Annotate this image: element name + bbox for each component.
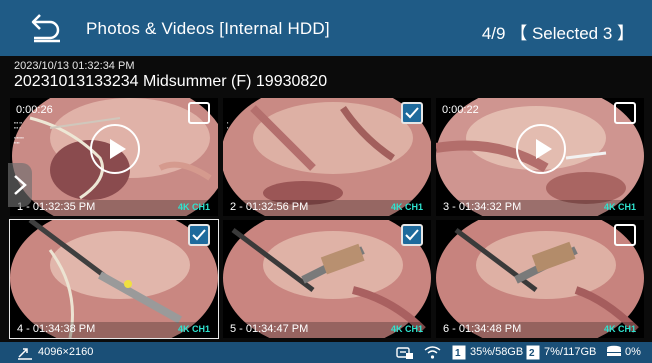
tile-label: 6 - 01:34:48 PM xyxy=(443,323,522,335)
storage-2-usage: 7%/117GB xyxy=(544,346,597,358)
current-resolution: 4096×2160 xyxy=(38,346,94,358)
folder-info: 2023/10/13 01:32:34 PM 20231013133234 Mi… xyxy=(14,60,327,91)
video-duration: 0:00:26 xyxy=(16,104,53,116)
storage-1-usage: 35%/58GB xyxy=(470,346,524,358)
tile-caption: 2 - 01:32:56 PM 4K CH1 xyxy=(223,200,431,216)
folder-datetime: 2023/10/13 01:32:34 PM xyxy=(14,60,135,72)
page-indicator: 4/9 【 Selected 3 】 xyxy=(482,19,634,44)
page-title: Photos & Videos [Internal HDD] xyxy=(86,19,330,38)
select-checkbox[interactable] xyxy=(614,224,636,246)
tile-label: 2 - 01:32:56 PM xyxy=(230,201,309,213)
wifi-icon xyxy=(424,346,441,359)
back-arrow-icon[interactable] xyxy=(28,12,64,44)
resolution-badge: 4K CH1 xyxy=(603,324,636,334)
thumbnail-tile-3[interactable]: 0:00:22 3 - 01:34:32 PM 4K CH1 xyxy=(436,98,644,216)
resolution-badge: 4K CH1 xyxy=(390,324,423,334)
title-bar: Photos & Videos [Internal HDD] 4/9 【 Sel… xyxy=(0,0,652,56)
osd-overlay: ▪▪▪ ▪▪ ▪▪▪ ▪ ▪▪▪▪▪▪▪ ▪▪▪▪ xyxy=(14,120,24,145)
thumbnail-image xyxy=(223,220,431,338)
select-checkbox[interactable] xyxy=(401,102,423,124)
tile-label: 5 - 01:34:47 PM xyxy=(230,323,309,335)
tile-caption: 1 - 01:32:35 PM 4K CH1 xyxy=(10,200,218,216)
storage-2-icon: 2 xyxy=(526,345,540,360)
thumbnail-tile-1[interactable]: ▪▪▪ ▪▪ ▪▪▪ ▪ ▪▪▪▪▪▪▪ ▪▪▪▪ 0:00:26 1 - 01:32… xyxy=(10,98,218,216)
select-checkbox[interactable] xyxy=(401,224,423,246)
capture-icon xyxy=(18,348,32,360)
storage-1-icon: 1 xyxy=(452,345,466,360)
thumbnail-grid: ▪▪▪ ▪▪ ▪▪▪ ▪ ▪▪▪▪▪▪▪ ▪▪▪▪ 0:00:26 1 - 01:32… xyxy=(9,98,644,340)
thumbnail-tile-2[interactable]: ▪ ▪ 2 - 01:32:56 PM 4K CH1 xyxy=(223,98,431,216)
folder-name: 20231013133234 Midsummer (F) 19930820 xyxy=(14,73,328,90)
thumbnail-image xyxy=(436,220,644,338)
checkmark-icon xyxy=(405,229,419,241)
selected-count: 【 Selected 3 】 xyxy=(510,24,634,43)
play-icon[interactable] xyxy=(516,124,566,174)
tile-label: 4 - 01:34:38 PM xyxy=(17,323,96,335)
page-number: 4/9 xyxy=(481,24,506,43)
network-storage-usage: 0% xyxy=(625,346,641,358)
resolution-badge: 4K CH1 xyxy=(603,202,636,212)
tile-caption: 4 - 01:34:38 PM 4K CH1 xyxy=(10,322,218,338)
tile-caption: 3 - 01:34:32 PM 4K CH1 xyxy=(436,200,644,216)
thumbnail-tile-5[interactable]: 5 - 01:34:47 PM 4K CH1 xyxy=(223,220,431,338)
resolution-badge: 4K CH1 xyxy=(177,202,210,212)
video-duration: 0:00:22 xyxy=(442,104,479,116)
tile-label: 3 - 01:34:32 PM xyxy=(443,201,522,213)
tile-caption: 6 - 01:34:48 PM 4K CH1 xyxy=(436,322,644,338)
thumbnail-image xyxy=(10,220,218,338)
chevron-right-icon xyxy=(14,175,27,195)
previous-page-button[interactable] xyxy=(8,163,32,207)
select-checkbox[interactable] xyxy=(614,102,636,124)
resolution-badge: 4K CH1 xyxy=(177,324,210,334)
checkmark-icon xyxy=(405,107,419,119)
checkmark-icon xyxy=(192,229,206,241)
osd-overlay: ▪ ▪ xyxy=(227,120,229,130)
play-icon[interactable] xyxy=(90,124,140,174)
select-checkbox[interactable] xyxy=(188,102,210,124)
network-storage-icon xyxy=(607,345,621,356)
thumbnail-image xyxy=(223,98,431,216)
svg-text:1: 1 xyxy=(455,348,461,359)
tile-caption: 5 - 01:34:47 PM 4K CH1 xyxy=(223,322,431,338)
thumbnail-tile-4[interactable]: 4 - 01:34:38 PM 4K CH1 xyxy=(9,219,219,339)
status-bar: 4096×2160 1 35%/58GB 2 7%/117GB 0% xyxy=(0,342,652,363)
device-status-icon xyxy=(396,347,413,359)
select-checkbox[interactable] xyxy=(188,224,210,246)
resolution-badge: 4K CH1 xyxy=(390,202,423,212)
thumbnail-tile-6[interactable]: 6 - 01:34:48 PM 4K CH1 xyxy=(436,220,644,338)
svg-text:2: 2 xyxy=(529,348,535,359)
